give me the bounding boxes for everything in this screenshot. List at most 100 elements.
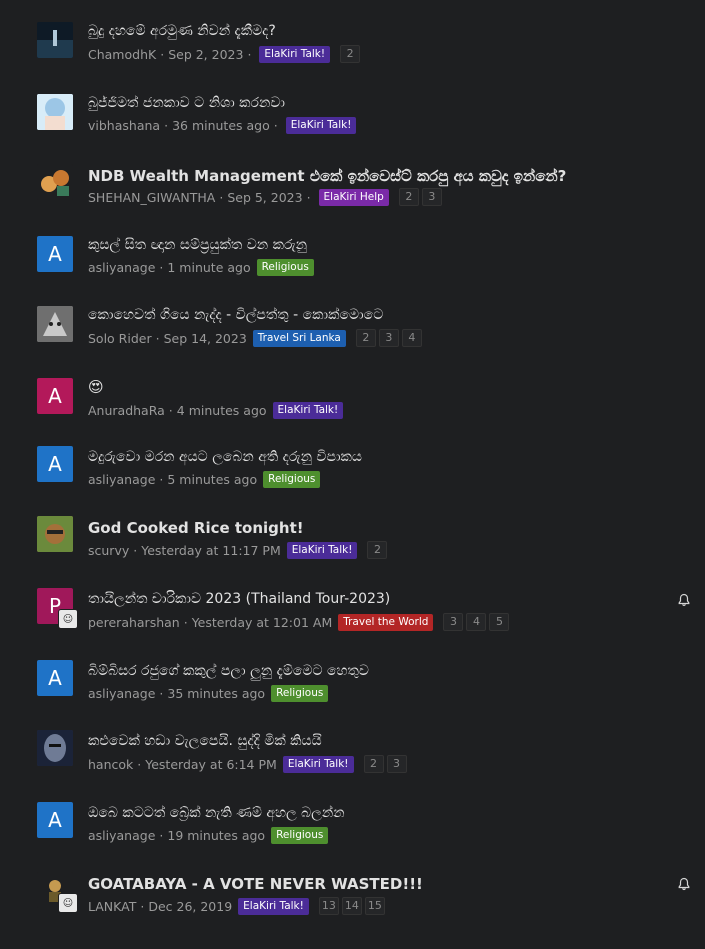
thread-row: A බිම්බිසර රජුගේ කකුල් පලා ලුනු දැම්මෙට … xyxy=(0,650,705,722)
thread-title[interactable]: බුදු දහමේ අරමුණ නිවන් දැකීමද? xyxy=(88,23,276,39)
separator: · xyxy=(137,756,142,772)
thread-title[interactable]: කුසල් සිත ඥාන සම්ප්‍රයුක්ත වන කරුනු xyxy=(88,237,307,253)
thread-date[interactable]: Yesterday at 6:14 PM xyxy=(145,757,277,772)
avatar[interactable]: A xyxy=(37,802,73,838)
thread-title[interactable]: බිම්බිසර රජුගේ කකුල් පලා ලුනු දැම්මෙට හෙ… xyxy=(88,663,369,679)
forum-badge[interactable]: ElaKiri Talk! xyxy=(259,45,331,63)
thread-date[interactable]: Sep 5, 2023 xyxy=(227,190,302,205)
forum-badge[interactable]: ElaKiri Talk! xyxy=(238,897,309,915)
thread-date[interactable]: 35 minutes ago xyxy=(167,686,265,701)
thread-row: බුදු දහමේ අරමුණ නිවන් දැකීමද? ChamodhK ·… xyxy=(0,12,705,84)
separator: · xyxy=(164,118,169,133)
page-links: 2 3 xyxy=(398,188,442,206)
thread-title[interactable]: කළුවෙක් හඩා වැලපෙයි. සුද්දි මික් කියයි xyxy=(88,733,322,749)
page-link[interactable]: 3 xyxy=(386,755,407,773)
separator: · xyxy=(159,260,164,275)
page-link[interactable]: 2 xyxy=(355,329,376,347)
thread-row: God Cooked Rice tonight! scurvy · Yester… xyxy=(0,506,705,578)
thread-title[interactable]: තායිලන්ත චාරිකාව 2023 (Thailand Tour-202… xyxy=(88,591,390,607)
separator: · xyxy=(159,472,164,487)
page-link[interactable]: 15 xyxy=(364,897,385,915)
avatar-image xyxy=(37,94,73,130)
thread-date[interactable]: Yesterday at 12:01 AM xyxy=(192,615,333,630)
thread-author[interactable]: LANKAT xyxy=(88,899,136,914)
thread-author[interactable]: asliyanage xyxy=(88,828,155,843)
page-link[interactable]: 13 xyxy=(318,897,339,915)
thread-meta: vibhashana · 36 minutes ago · ElaKiri Ta… xyxy=(88,117,357,134)
page-link[interactable]: 2 xyxy=(363,755,384,773)
thread-title[interactable]: බුජ්ජිමත් ජනකාව ට නිශා කරනවා xyxy=(88,95,285,111)
forum-badge[interactable]: Religious xyxy=(271,685,329,702)
page-link[interactable]: 2 xyxy=(367,541,388,559)
forum-badge[interactable]: Religious xyxy=(271,827,329,844)
thread-meta: asliyanage · 35 minutes ago Religious xyxy=(88,685,329,702)
thread-title[interactable]: 😍 xyxy=(88,378,104,396)
forum-badge[interactable]: Travel the World xyxy=(338,613,434,631)
avatar[interactable]: A xyxy=(37,660,73,696)
avatar[interactable] xyxy=(37,306,73,342)
page-link[interactable]: 2 xyxy=(398,188,419,206)
thread-date[interactable]: Sep 2, 2023 xyxy=(168,47,243,62)
thread-date[interactable]: 1 minute ago xyxy=(167,260,250,275)
thread-title[interactable]: මදුරුවො මරන අයට ලබෙන අති දරුනු විපාකය xyxy=(88,449,362,465)
page-link[interactable]: 14 xyxy=(341,897,362,915)
thread-author[interactable]: pereraharshan xyxy=(88,615,180,630)
page-links: 13 14 15 xyxy=(318,897,385,915)
thread-date[interactable]: Sep 14, 2023 xyxy=(164,331,247,346)
page-link[interactable]: 3 xyxy=(378,329,399,347)
thread-title[interactable]: ඔබෙ කටටත් බ්‍රේක් නැති ණම් අහල බලන්න xyxy=(88,805,345,821)
thread-date[interactable]: 36 minutes ago xyxy=(172,118,270,133)
thread-date[interactable]: Yesterday at 11:17 PM xyxy=(141,543,281,558)
forum-badge[interactable]: ElaKiri Talk! xyxy=(285,117,357,134)
forum-badge[interactable]: Religious xyxy=(256,259,314,276)
thread-date[interactable]: Dec 26, 2019 xyxy=(148,899,232,914)
avatar[interactable] xyxy=(37,164,73,200)
thread-author[interactable]: asliyanage xyxy=(88,686,155,701)
thread-author[interactable]: vibhashana xyxy=(88,118,160,133)
thread-author[interactable]: Solo Rider xyxy=(88,331,152,346)
thread-title[interactable]: NDB Wealth Management එකේ ඉන්වෙස්ට් කරපු… xyxy=(88,167,566,185)
thread-date[interactable]: 4 minutes ago xyxy=(177,403,267,418)
forum-badge[interactable]: ElaKiri Talk! xyxy=(286,541,358,559)
page-link[interactable]: 3 xyxy=(421,188,442,206)
avatar[interactable] xyxy=(37,516,73,552)
thread-author[interactable]: hancok xyxy=(88,757,133,772)
separator: · xyxy=(168,403,173,418)
page-link[interactable]: 3 xyxy=(443,613,464,631)
forum-badge[interactable]: Religious xyxy=(263,471,321,488)
avatar[interactable]: A xyxy=(37,446,73,482)
bell-icon[interactable] xyxy=(677,593,691,607)
page-links: 3 4 5 xyxy=(443,613,510,631)
page-link[interactable]: 5 xyxy=(489,613,510,631)
separator: · xyxy=(273,118,278,133)
thread-author[interactable]: SHEHAN_GIWANTHA xyxy=(88,190,215,205)
thread-meta: pereraharshan · Yesterday at 12:01 AM Tr… xyxy=(88,613,510,631)
avatar[interactable]: A xyxy=(37,378,73,414)
thread-date[interactable]: 5 minutes ago xyxy=(167,472,257,487)
thread-date[interactable]: 19 minutes ago xyxy=(167,828,265,843)
forum-badge[interactable]: ElaKiri Help xyxy=(318,188,389,206)
page-link[interactable]: 2 xyxy=(340,45,361,63)
thread-row: කළුවෙක් හඩා වැලපෙයි. සුද්දි මික් කියයි h… xyxy=(0,720,705,792)
thread-title[interactable]: GOATABAYA - A VOTE NEVER WASTED!!! xyxy=(88,875,423,893)
thread-title[interactable]: God Cooked Rice tonight! xyxy=(88,519,304,537)
page-link[interactable]: 4 xyxy=(401,329,422,347)
bell-icon[interactable] xyxy=(677,877,691,891)
avatar[interactable] xyxy=(37,730,73,766)
forum-badge[interactable]: Travel Sri Lanka xyxy=(252,329,346,347)
forum-badge[interactable]: ElaKiri Talk! xyxy=(282,755,354,773)
page-link[interactable]: 4 xyxy=(466,613,487,631)
forum-badge[interactable]: ElaKiri Talk! xyxy=(272,402,344,419)
avatar[interactable] xyxy=(37,94,73,130)
thread-author[interactable]: scurvy xyxy=(88,543,129,558)
thread-author[interactable]: asliyanage xyxy=(88,472,155,487)
thread-title[interactable]: කොහෙවත් ගියෙ නැද්ද - විල්පත්තු - කොක්මොට… xyxy=(88,307,383,323)
separator: · xyxy=(306,189,311,205)
avatar[interactable] xyxy=(37,22,73,58)
thread-author[interactable]: AnuradhaRa xyxy=(88,403,165,418)
avatar[interactable]: A xyxy=(37,236,73,272)
thread-meta: AnuradhaRa · 4 minutes ago ElaKiri Talk! xyxy=(88,402,344,419)
thread-meta: asliyanage · 1 minute ago Religious xyxy=(88,259,314,276)
thread-author[interactable]: asliyanage xyxy=(88,260,155,275)
thread-author[interactable]: ChamodhK xyxy=(88,47,156,62)
